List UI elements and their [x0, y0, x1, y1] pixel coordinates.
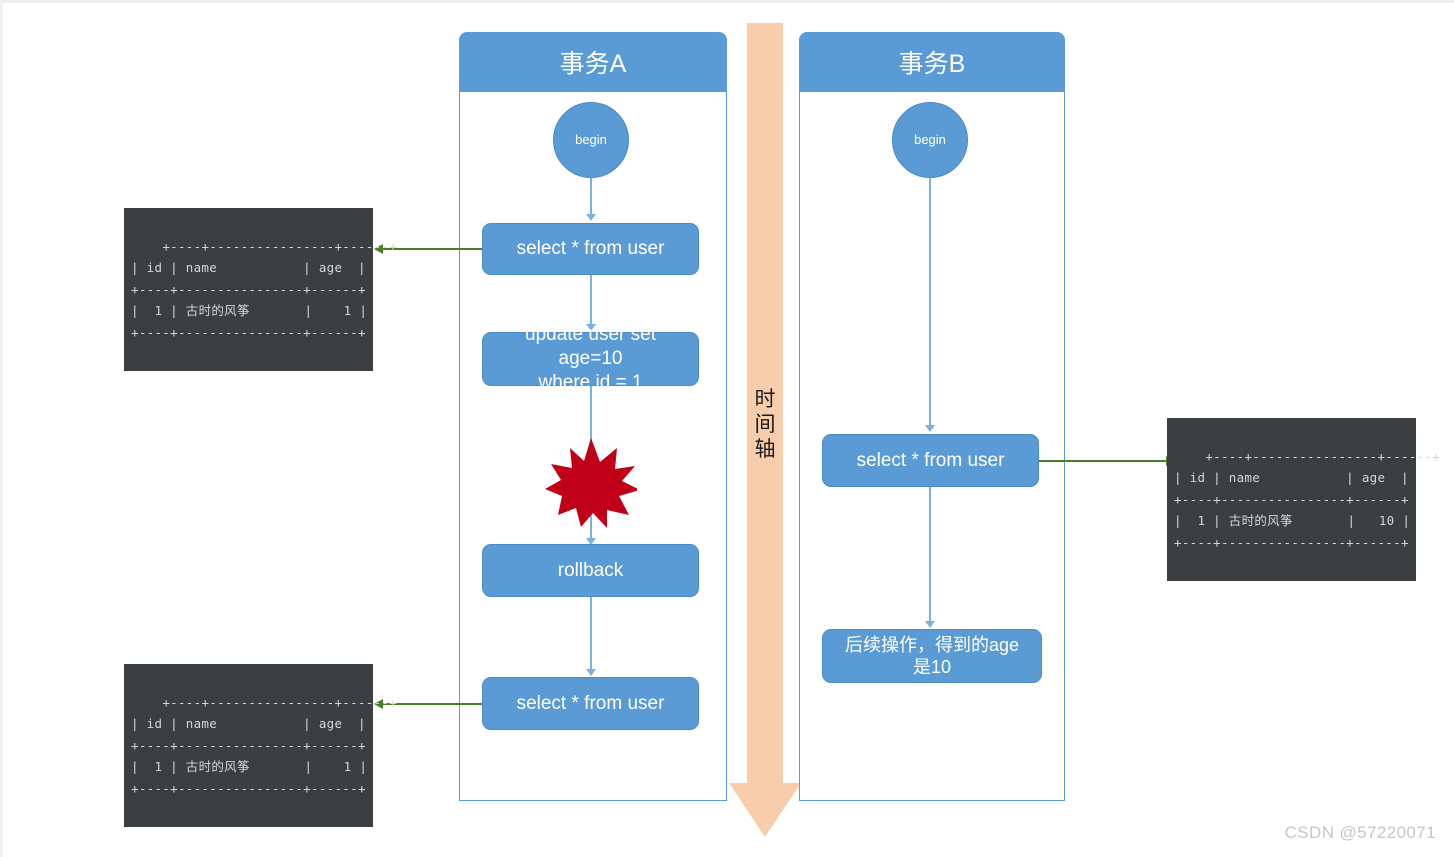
- flow-connector-a5: [590, 597, 592, 675]
- time-axis-char-2: 间: [754, 412, 776, 436]
- node-b-begin-label: begin: [914, 131, 946, 147]
- diagram-canvas: 时 间 轴 事务A begin select * from user updat…: [0, 0, 1454, 857]
- node-b-select-1-label: select * from user: [856, 449, 1005, 471]
- swimlane-title-transaction-b: 事务B: [799, 32, 1065, 92]
- node-a-select-1[interactable]: select * from user: [482, 223, 699, 275]
- swimlane-title-transaction-a: 事务A: [459, 32, 727, 92]
- node-b-after-label: 后续操作，得到的age 是10: [844, 634, 1020, 678]
- node-a-select-2[interactable]: select * from user: [482, 677, 699, 730]
- flow-connector-a1: [590, 175, 592, 215]
- flow-connector-b2: [929, 487, 931, 625]
- flow-connector-b1: [929, 175, 931, 426]
- node-a-begin[interactable]: begin: [553, 102, 629, 178]
- flow-connector-a2: [590, 275, 592, 325]
- node-b-after[interactable]: 后续操作，得到的age 是10: [822, 629, 1042, 683]
- result-table-a-after: +----+----------------+------+ | id | na…: [124, 664, 397, 827]
- node-b-begin[interactable]: begin: [892, 102, 968, 178]
- result-table-a-before-text: +----+----------------+------+ | id | na…: [131, 238, 398, 340]
- node-b-select-1[interactable]: select * from user: [822, 434, 1039, 487]
- time-axis-char-1: 时: [754, 388, 776, 411]
- time-axis-char-3: 轴: [754, 437, 776, 461]
- result-table-b-dirty-text: +----+----------------+------+ | id | na…: [1174, 448, 1441, 550]
- data-connector-a-after: [383, 703, 482, 705]
- flow-arrow-b2: [925, 621, 935, 628]
- data-connector-b-dirty: [1039, 460, 1166, 462]
- node-a-begin-label: begin: [575, 131, 607, 147]
- node-a-rollback[interactable]: rollback: [482, 544, 699, 597]
- flow-arrow-a1: [586, 214, 596, 221]
- watermark: CSDN @57220071: [1284, 823, 1436, 842]
- node-a-update-label: update user set age=10 where id = 1: [525, 324, 656, 393]
- node-a-rollback-label: rollback: [557, 559, 624, 581]
- explosion-icon: [545, 438, 637, 528]
- time-axis-label: 时 间 轴: [752, 388, 778, 462]
- flow-arrow-a5: [586, 669, 596, 676]
- node-a-update[interactable]: update user set age=10 where id = 1: [482, 324, 699, 393]
- result-table-a-before: +----+----------------+------+ | id | na…: [124, 208, 397, 371]
- node-a-select-2-label: select * from user: [516, 692, 665, 714]
- node-a-select-1-label: select * from user: [516, 238, 665, 260]
- result-table-a-after-text: +----+----------------+------+ | id | na…: [131, 694, 398, 796]
- result-table-b-dirty: +----+----------------+------+ | id | na…: [1167, 418, 1440, 581]
- data-connector-a-before: [383, 248, 482, 250]
- flow-arrow-b1: [925, 425, 935, 432]
